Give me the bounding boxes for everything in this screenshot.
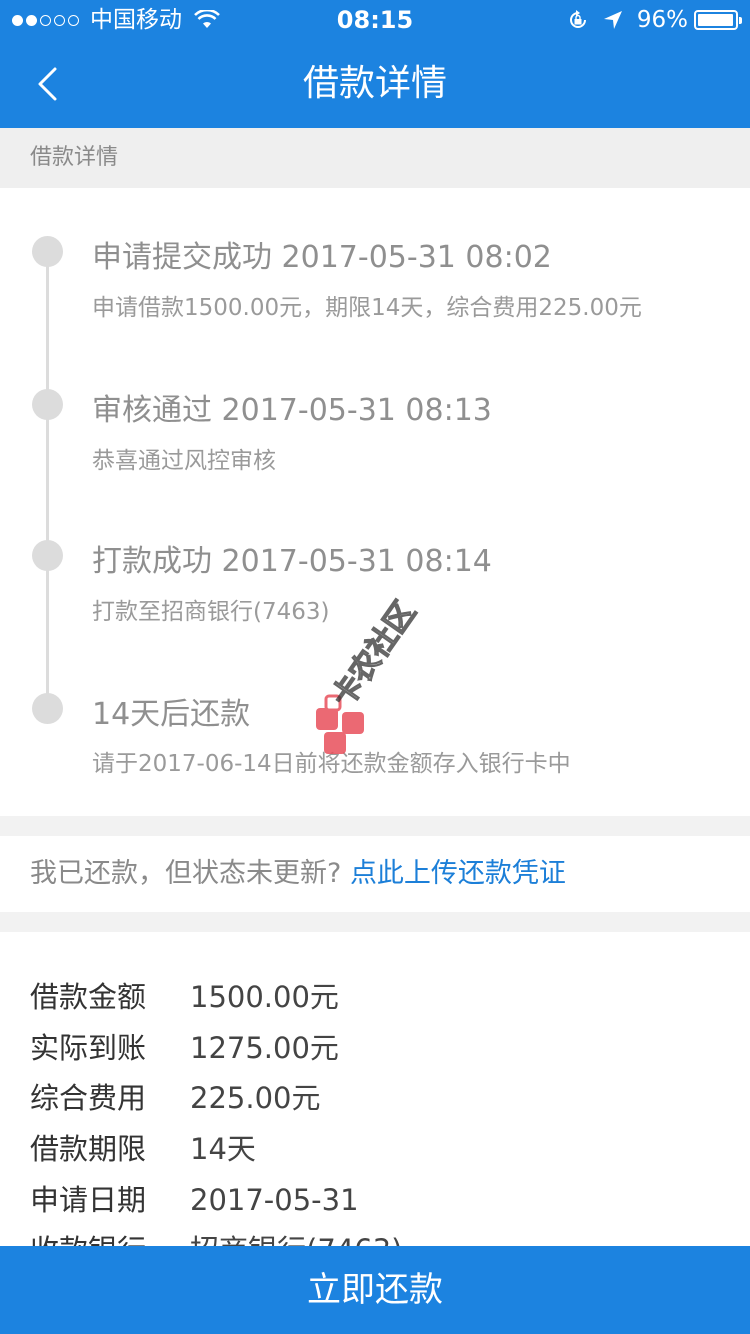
battery-level bbox=[698, 14, 733, 26]
detail-label: 实际到账 bbox=[30, 1031, 147, 1065]
battery-percent: 96% bbox=[636, 7, 688, 33]
detail-row: 申请日期 2017-05-31 bbox=[30, 1175, 730, 1225]
detail-row: 借款期限 14天 bbox=[30, 1124, 730, 1174]
location-arrow-icon bbox=[603, 11, 622, 29]
timeline-dot-icon bbox=[32, 540, 63, 571]
detail-label: 借款金额 bbox=[30, 980, 147, 1014]
timeline-title: 审核通过 2017-05-31 08:13 bbox=[92, 393, 492, 428]
watermark-logo: 卡农社区 bbox=[316, 595, 424, 754]
timeline-desc: 恭喜通过风控审核 bbox=[92, 448, 276, 474]
rotation-lock-icon bbox=[569, 10, 586, 28]
detail-value: 1500.00元 bbox=[190, 980, 339, 1014]
detail-value: 14天 bbox=[190, 1132, 256, 1166]
repay-now-button[interactable]: 立即还款 bbox=[0, 1246, 750, 1334]
timeline-line bbox=[46, 254, 49, 708]
svg-text:卡农社区: 卡农社区 bbox=[325, 595, 422, 713]
page-title: 借款详情 bbox=[302, 63, 447, 104]
detail-label: 综合费用 bbox=[30, 1081, 147, 1115]
timeline-dot-icon bbox=[32, 236, 63, 267]
battery-tip bbox=[739, 17, 742, 24]
battery-icon bbox=[694, 10, 742, 30]
repaid-notice: 我已还款，但状态未更新? 点此上传还款凭证 bbox=[0, 836, 750, 912]
detail-value: 225.00元 bbox=[190, 1081, 321, 1115]
top-bar: 中国移动 08:15 96% 借款详情 bbox=[0, 0, 750, 128]
detail-row: 综合费用 225.00元 bbox=[30, 1073, 730, 1123]
timeline-dot-icon bbox=[32, 693, 63, 724]
timeline-desc: 申请借款1500.00元，期限14天，综合费用225.00元 bbox=[92, 295, 642, 321]
timeline-title: 14天后还款 bbox=[92, 697, 251, 732]
detail-label: 借款期限 bbox=[30, 1132, 147, 1166]
timeline-desc: 打款至招商银行(7463) bbox=[92, 599, 330, 625]
detail-value: 1275.00元 bbox=[190, 1031, 339, 1065]
screen: 中国移动 08:15 96% 借款详情 借款详情 申请提交成功 2017-05-… bbox=[0, 0, 750, 1334]
nav-bar: 借款详情 bbox=[0, 40, 750, 128]
repaid-question: 我已还款，但状态未更新? bbox=[30, 858, 342, 889]
section-header: 借款详情 bbox=[0, 128, 750, 188]
detail-row: 实际到账 1275.00元 bbox=[30, 1023, 730, 1073]
timeline-title: 申请提交成功 2017-05-31 08:02 bbox=[92, 240, 552, 275]
timeline-dot-icon bbox=[32, 389, 63, 420]
upload-proof-link[interactable]: 点此上传还款凭证 bbox=[350, 858, 566, 889]
status-bar: 中国移动 08:15 96% bbox=[0, 0, 750, 40]
status-right: 96% bbox=[567, 0, 742, 40]
loan-details: 借款金额 1500.00元 实际到账 1275.00元 综合费用 225.00元… bbox=[0, 932, 750, 1252]
detail-value: 2017-05-31 bbox=[190, 1183, 359, 1217]
detail-row: 借款金额 1500.00元 bbox=[30, 972, 730, 1022]
detail-label: 申请日期 bbox=[30, 1183, 147, 1217]
timeline-title: 打款成功 2017-05-31 08:14 bbox=[92, 544, 492, 579]
